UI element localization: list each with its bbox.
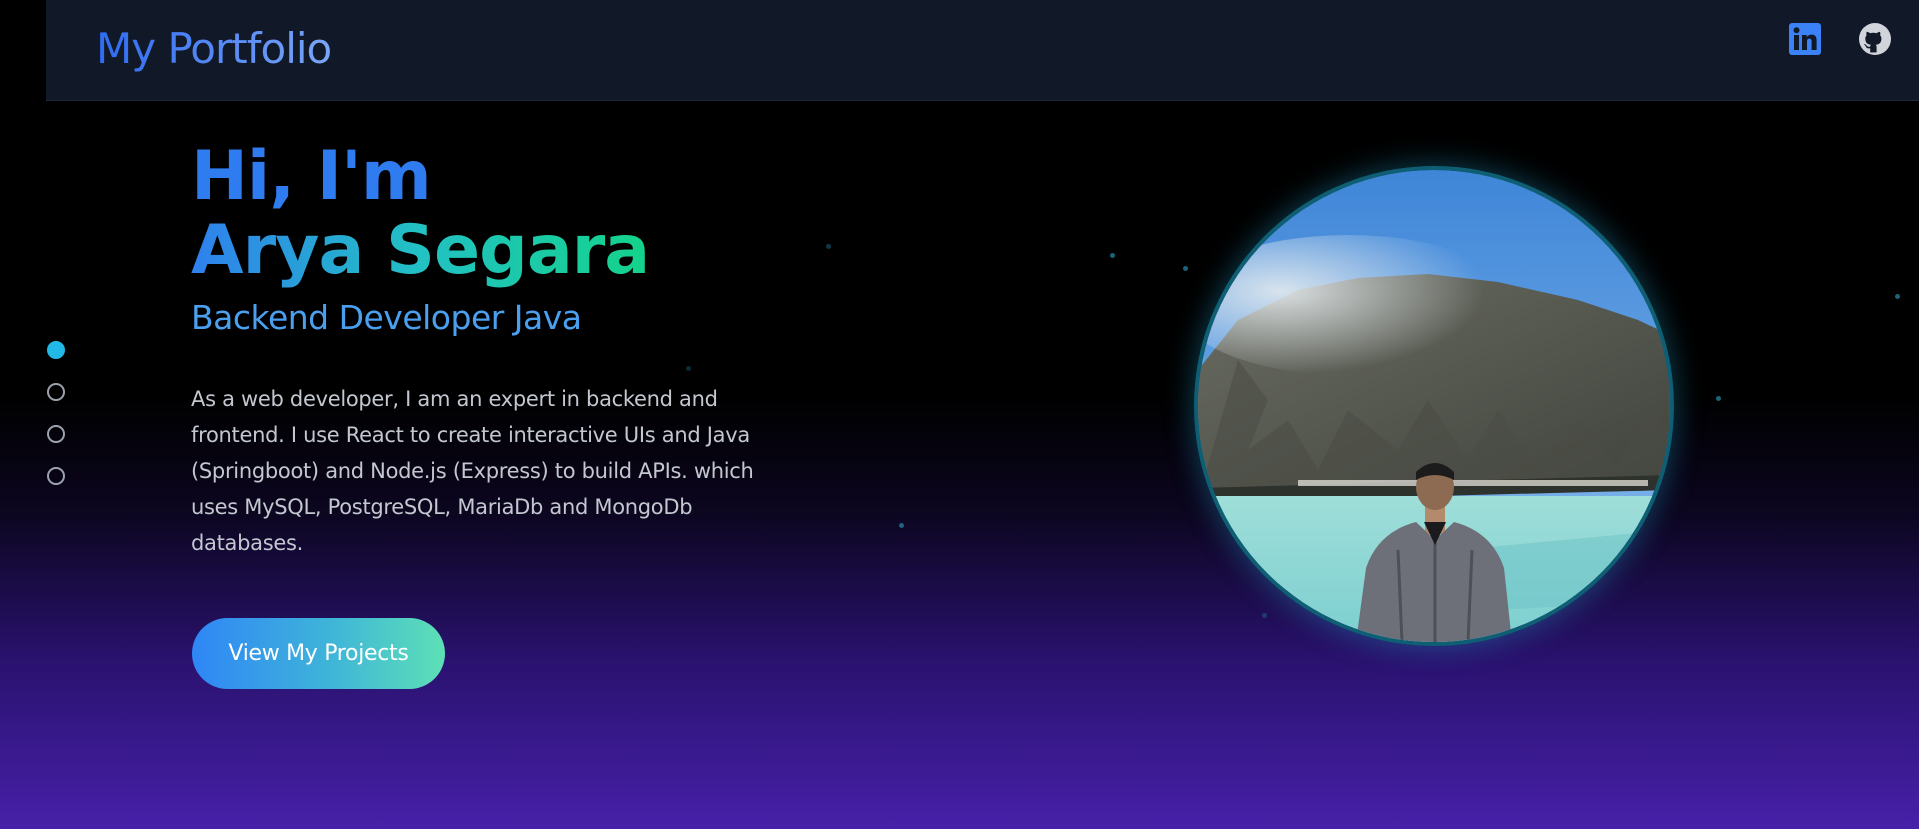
left-edge-strip: [0, 0, 46, 102]
brand-logo-text[interactable]: My Portfolio: [96, 24, 332, 73]
hero-section: Hi, I'm Arya Segara Backend Developer Ja…: [191, 140, 811, 561]
page-background: My Portfolio Hi, I'm Arya Segara Backend…: [0, 0, 1919, 829]
navbar: My Portfolio: [46, 0, 1919, 101]
profile-photo: [1194, 166, 1674, 646]
github-icon[interactable]: [1858, 22, 1892, 56]
section-dot-4[interactable]: [47, 467, 65, 485]
sparkle-decoration: [1110, 253, 1115, 258]
sparkle-decoration: [1895, 294, 1900, 299]
sparkle-decoration: [1183, 266, 1188, 271]
sparkle-decoration: [826, 244, 831, 249]
section-dot-2[interactable]: [47, 383, 65, 401]
sparkle-decoration: [1716, 396, 1721, 401]
section-dot-1[interactable]: [47, 341, 65, 359]
hero-role: Backend Developer Java: [191, 298, 582, 337]
hero-bio: As a web developer, I am an expert in ba…: [191, 387, 754, 555]
hero-greeting: Hi, I'm: [191, 137, 432, 216]
section-dot-3[interactable]: [47, 425, 65, 443]
sparkle-decoration: [1262, 613, 1267, 618]
view-projects-button[interactable]: View My Projects: [192, 618, 445, 689]
sparkle-decoration: [899, 523, 904, 528]
linkedin-icon[interactable]: [1788, 22, 1822, 56]
hero-name: Arya Segara: [191, 211, 650, 290]
profile-photo-image: [1198, 170, 1670, 642]
